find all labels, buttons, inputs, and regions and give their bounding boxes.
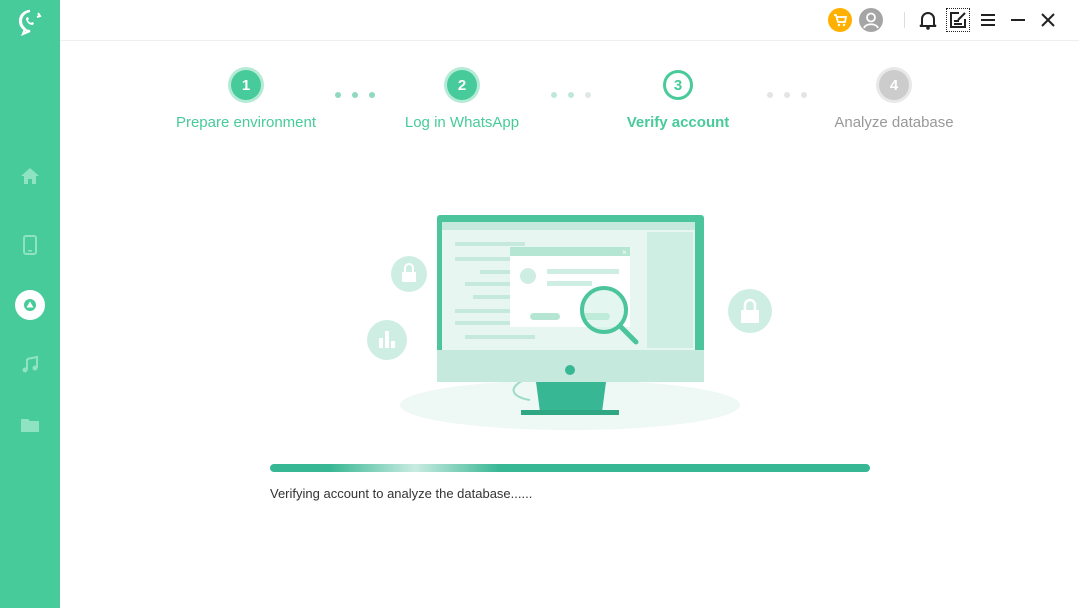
header-divider — [60, 40, 1079, 41]
verify-illustration: × — [367, 215, 772, 430]
menu-button[interactable] — [977, 8, 999, 32]
sidebar — [0, 0, 60, 608]
cart-button[interactable] — [828, 8, 852, 32]
step-analyze-database: 4 Analyze database — [794, 70, 994, 131]
home-icon — [21, 168, 39, 184]
step-number: 3 — [663, 70, 693, 100]
step-connector — [335, 92, 375, 98]
sidebar-item-device[interactable] — [15, 230, 45, 260]
step-number: 2 — [447, 70, 477, 100]
sidebar-item-google-drive[interactable] — [15, 290, 45, 320]
notifications-button[interactable] — [917, 8, 939, 32]
music-icon — [22, 355, 38, 373]
svg-text:×: × — [622, 248, 627, 257]
feedback-button[interactable] — [946, 8, 970, 32]
step-number: 1 — [231, 70, 261, 100]
menu-icon — [981, 14, 995, 26]
sidebar-item-music[interactable] — [15, 350, 45, 380]
app-logo-icon — [18, 9, 42, 36]
step-connector — [767, 92, 807, 98]
minimize-icon — [1011, 19, 1025, 21]
step-label: Analyze database — [834, 114, 954, 131]
step-log-in-whatsapp: 2 Log in WhatsApp — [362, 70, 562, 131]
toolbar-divider — [904, 12, 905, 28]
sidebar-item-folder[interactable] — [15, 410, 45, 440]
sidebar-item-home[interactable] — [15, 161, 45, 191]
progress-bar — [270, 464, 870, 472]
step-verify-account: 3 Verify account — [578, 70, 778, 131]
step-connector — [551, 92, 591, 98]
cart-icon — [828, 8, 852, 32]
step-label: Log in WhatsApp — [404, 114, 520, 131]
feedback-icon — [950, 12, 966, 28]
minimize-button[interactable] — [1007, 8, 1029, 32]
bell-icon — [919, 12, 937, 30]
step-label: Prepare environment — [175, 114, 317, 131]
progress-shimmer — [330, 464, 500, 472]
close-button[interactable] — [1037, 8, 1059, 32]
step-number: 4 — [879, 70, 909, 100]
account-button[interactable] — [859, 8, 883, 32]
step-prepare-environment: 1 Prepare environment — [146, 70, 346, 131]
phone-icon — [23, 235, 37, 255]
close-icon — [1041, 13, 1055, 27]
status-text: Verifying account to analyze the databas… — [270, 486, 533, 501]
step-label: Verify account — [626, 114, 730, 131]
folder-icon — [21, 419, 39, 432]
drive-icon — [24, 299, 36, 311]
account-icon — [859, 8, 883, 32]
